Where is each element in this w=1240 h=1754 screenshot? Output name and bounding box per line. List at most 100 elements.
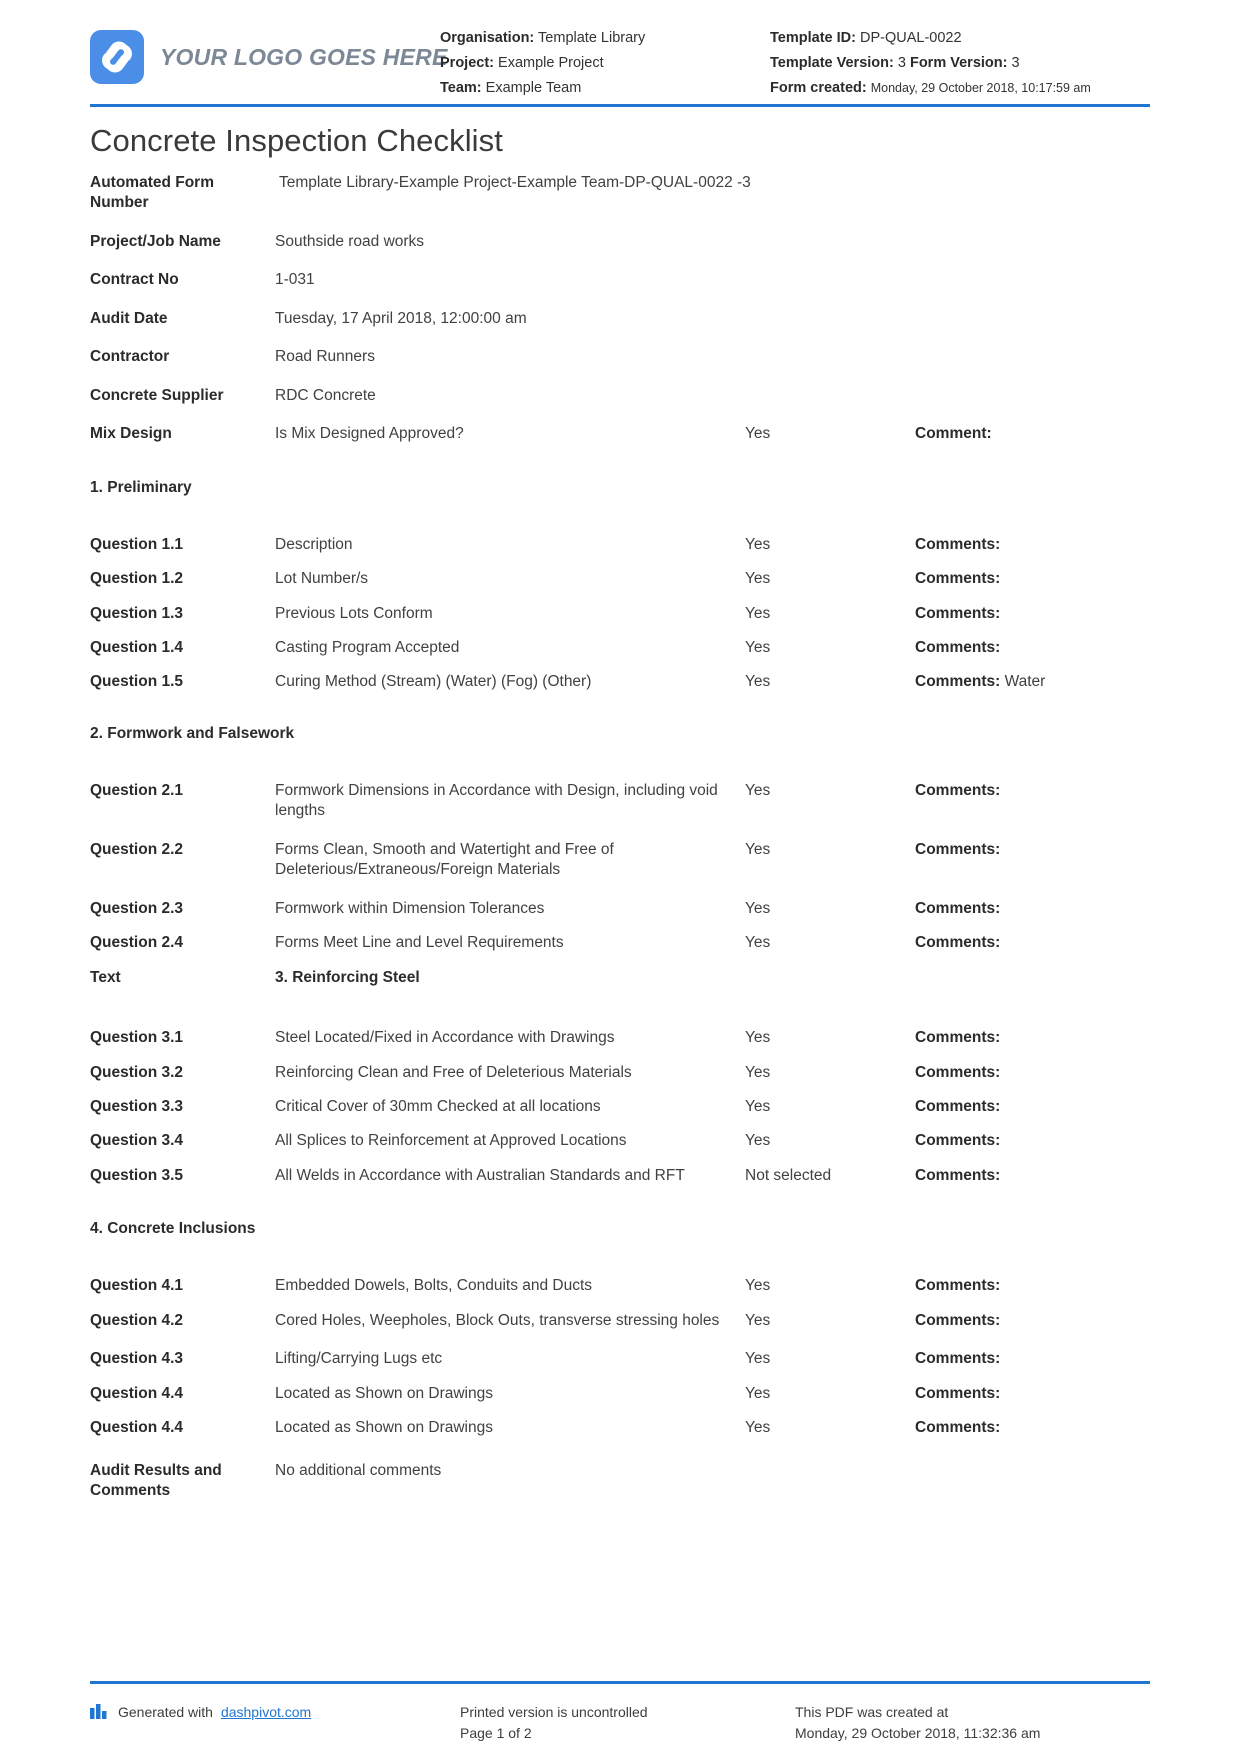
- question-label: Question 2.4: [90, 934, 184, 952]
- question-description: All Welds in Accordance with Australian …: [275, 1166, 685, 1184]
- document-body: Concrete Inspection Checklist Automated …: [0, 123, 1240, 1502]
- page-title: Concrete Inspection Checklist: [90, 123, 503, 158]
- field-value: 1-031: [275, 271, 315, 289]
- question-label: Question 1.3: [90, 604, 184, 622]
- question-description: Critical Cover of 30mm Checked at all lo…: [275, 1097, 601, 1115]
- question-comment-label: Comments:: [915, 1311, 1001, 1329]
- question-answer: Yes: [745, 899, 771, 917]
- footer-created-value: Monday, 29 October 2018, 11:32:36 am: [795, 1725, 1041, 1741]
- question-row: Question 4.3 Lifting/Carrying Lugs etc Y…: [90, 1349, 1150, 1369]
- field-label: Contractor: [90, 348, 170, 366]
- question-description: Embedded Dowels, Bolts, Conduits and Duc…: [275, 1277, 593, 1295]
- question-comment: Comments:: [915, 1063, 1150, 1083]
- page-header: YOUR LOGO GOES HERE Organisation: Templa…: [0, 0, 1240, 100]
- field-row: Contract No 1-031: [90, 270, 1150, 290]
- question-row: Question 3.4 All Splices to Reinforcemen…: [90, 1131, 1150, 1151]
- question-description: All Splices to Reinforcement at Approved…: [275, 1132, 627, 1150]
- header-form-version-label: Form Version:: [909, 54, 1008, 71]
- text-row-value: 3. Reinforcing Steel: [275, 968, 420, 986]
- question-comment-label: Comments:: [915, 899, 1001, 917]
- mix-design-description: Is Mix Designed Approved?: [275, 425, 464, 443]
- question-row: Question 4.4 Located as Shown on Drawing…: [90, 1384, 1150, 1404]
- header-divider: [90, 104, 1150, 107]
- question-comment: Comments:: [915, 1276, 1150, 1296]
- field-value: Road Runners: [275, 348, 375, 366]
- question-description: Forms Meet Line and Level Requirements: [275, 934, 564, 952]
- question-comment: Comments:: [915, 899, 1150, 919]
- question-comment-label: Comments:: [915, 604, 1001, 622]
- question-description: Curing Method (Stream) (Water) (Fog) (Ot…: [275, 673, 592, 691]
- field-row: Audit Date Tuesday, 17 April 2018, 12:00…: [90, 309, 1150, 329]
- question-description: Lot Number/s: [275, 570, 369, 588]
- question-description: Description: [275, 535, 353, 553]
- question-comment: Comments:: [915, 781, 1150, 801]
- question-answer: Yes: [745, 1311, 771, 1329]
- question-answer: Yes: [745, 673, 771, 691]
- section-heading: 1. Preliminary: [90, 478, 192, 496]
- question-answer: Yes: [745, 1277, 771, 1295]
- dashpivot-logo-icon: [90, 1702, 110, 1722]
- question-comment: Comments:: [915, 1097, 1150, 1117]
- question-comment: Comments:: [915, 1028, 1150, 1048]
- mix-design-answer: Yes: [745, 425, 771, 443]
- question-row: Question 4.1 Embedded Dowels, Bolts, Con…: [90, 1276, 1150, 1296]
- question-comment-label: Comments:: [915, 1277, 1001, 1295]
- field-label: Project/Job Name: [90, 232, 221, 250]
- question-row: Question 1.1 Description Yes Comments:: [90, 535, 1150, 555]
- audit-results-row: Audit Results and Comments No additional…: [90, 1461, 1150, 1502]
- header-organisation-label: Organisation:: [440, 30, 535, 46]
- question-row: Question 1.5 Curing Method (Stream) (Wat…: [90, 672, 1150, 692]
- question-comment: Comments: Water: [915, 672, 1150, 692]
- question-row: Question 2.1 Formwork Dimensions in Acco…: [90, 781, 1150, 822]
- question-description: Located as Shown on Drawings: [275, 1384, 493, 1402]
- question-comment-label: Comments:: [915, 1063, 1001, 1081]
- question-row: Question 1.4 Casting Program Accepted Ye…: [90, 638, 1150, 658]
- question-row: Question 3.2 Reinforcing Clean and Free …: [90, 1063, 1150, 1083]
- question-label: Question 4.1: [90, 1277, 184, 1295]
- question-comment-label: Comments:: [915, 1419, 1001, 1437]
- question-answer: Yes: [745, 781, 771, 799]
- dashpivot-link[interactable]: dashpivot.com: [221, 1704, 311, 1720]
- header-template-id-value: DP-QUAL-0022: [859, 30, 962, 46]
- footer-uncontrolled-text: Printed version is uncontrolled: [460, 1704, 648, 1720]
- question-comment-label: Comments:: [915, 1029, 1001, 1047]
- question-label: Question 3.5: [90, 1166, 184, 1184]
- header-template-id-label: Template ID:: [770, 30, 856, 46]
- question-answer: Yes: [745, 1029, 771, 1047]
- mix-design-label: Mix Design: [90, 425, 172, 443]
- footer-divider: [90, 1681, 1150, 1684]
- question-description: Formwork within Dimension Tolerances: [275, 899, 545, 917]
- header-organisation-value: Template Library: [538, 30, 646, 46]
- question-answer: Yes: [745, 604, 771, 622]
- question-comment: Comments:: [915, 638, 1150, 658]
- field-value: Tuesday, 17 April 2018, 12:00:00 am: [275, 309, 527, 327]
- header-project-value: Example Project: [498, 54, 604, 71]
- question-comment-label: Comments:: [915, 1166, 1001, 1184]
- footer-created-label: This PDF was created at: [795, 1704, 949, 1720]
- header-meta-right: Template ID: DP-QUAL-0022 Template Versi…: [770, 18, 1150, 101]
- question-comment-label: Comments:: [915, 840, 1001, 858]
- question-description: Steel Located/Fixed in Accordance with D…: [275, 1029, 615, 1047]
- header-versions: Template Version: 3 Form Version: 3: [770, 51, 1150, 76]
- question-label: Question 3.3: [90, 1097, 184, 1115]
- question-comment: Comments:: [915, 1384, 1150, 1404]
- company-logo-icon: [90, 30, 144, 84]
- question-label: Question 1.1: [90, 535, 184, 553]
- page-footer: Generated with dashpivot.com Printed ver…: [90, 1692, 1150, 1744]
- question-comment-label: Comments:: [915, 1097, 1001, 1115]
- question-comment-label: Comments:: [915, 638, 1001, 656]
- question-row: Question 3.5 All Welds in Accordance wit…: [90, 1166, 1150, 1186]
- question-comment-value: Water: [1004, 673, 1046, 691]
- section-heading: 4. Concrete Inclusions: [90, 1220, 256, 1238]
- question-comment: Comments:: [915, 535, 1150, 555]
- question-comment-label: Comments:: [915, 535, 1001, 553]
- question-answer: Yes: [745, 1350, 771, 1368]
- question-comment: Comments:: [915, 1349, 1150, 1369]
- header-form-created-value: Monday, 29 October 2018, 10:17:59 am: [870, 80, 1091, 95]
- question-comment-label: Comments:: [915, 673, 1001, 691]
- question-description: Previous Lots Conform: [275, 604, 433, 622]
- header-form-created-label: Form created:: [770, 79, 867, 96]
- field-value: RDC Concrete: [275, 386, 376, 404]
- field-label: Concrete Supplier: [90, 386, 224, 404]
- question-row: Question 1.3 Previous Lots Conform Yes C…: [90, 604, 1150, 624]
